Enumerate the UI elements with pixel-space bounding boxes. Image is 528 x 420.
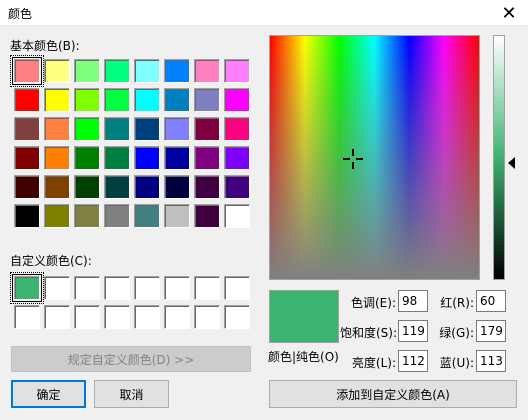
define-custom-colors-label: 规定自定义颜色(D) >> xyxy=(67,352,195,367)
basic-color-swatch[interactable] xyxy=(194,175,220,199)
add-to-custom-colors-label: 添加到自定义颜色(A) xyxy=(336,387,450,402)
custom-color-swatch[interactable] xyxy=(224,305,250,329)
basic-color-swatch[interactable] xyxy=(134,204,160,228)
window-title: 颜色 xyxy=(8,7,33,21)
hue-label: 色调(E): xyxy=(351,296,396,310)
basic-color-swatch[interactable] xyxy=(14,175,40,199)
basic-color-swatch[interactable] xyxy=(74,204,100,228)
red-label: 红(R): xyxy=(440,296,474,310)
basic-color-swatch[interactable] xyxy=(44,59,70,83)
basic-color-swatch[interactable] xyxy=(10,55,44,87)
basic-colors-label: 基本颜色(B): xyxy=(10,39,80,53)
luminance-field[interactable]: 112 xyxy=(398,350,428,372)
basic-color-swatch[interactable] xyxy=(224,59,250,83)
basic-color-swatch[interactable] xyxy=(74,146,100,170)
custom-color-swatch[interactable] xyxy=(10,272,44,304)
saturation-label: 饱和度(S): xyxy=(339,326,397,340)
color-preview xyxy=(269,290,339,343)
green-field[interactable]: 179 xyxy=(476,320,506,342)
custom-color-swatch[interactable] xyxy=(74,276,100,300)
basic-color-swatch[interactable] xyxy=(14,204,40,228)
basic-color-swatch[interactable] xyxy=(74,117,100,141)
luminosity-slider[interactable] xyxy=(493,35,505,280)
crosshair-icon[interactable] xyxy=(343,149,363,169)
custom-color-swatch[interactable] xyxy=(164,305,190,329)
basic-color-swatch[interactable] xyxy=(104,175,130,199)
custom-color-swatch[interactable] xyxy=(134,276,160,300)
cancel-button[interactable]: 取消 xyxy=(94,380,169,408)
basic-color-swatch[interactable] xyxy=(224,175,250,199)
ok-button[interactable]: 确定 xyxy=(11,380,86,408)
custom-colors-label: 自定义颜色(C): xyxy=(10,254,92,268)
custom-color-swatch[interactable] xyxy=(44,305,70,329)
custom-color-swatch[interactable] xyxy=(74,305,100,329)
basic-color-swatch[interactable] xyxy=(134,146,160,170)
basic-color-swatch[interactable] xyxy=(14,117,40,141)
basic-color-swatch[interactable] xyxy=(134,117,160,141)
custom-color-swatch[interactable] xyxy=(194,305,220,329)
custom-color-swatch[interactable] xyxy=(14,305,40,329)
basic-color-swatch[interactable] xyxy=(164,117,190,141)
add-to-custom-colors-button[interactable]: 添加到自定义颜色(A) xyxy=(269,380,517,408)
custom-color-swatch[interactable] xyxy=(104,276,130,300)
basic-color-swatch[interactable] xyxy=(194,88,220,112)
cancel-label: 取消 xyxy=(119,387,144,402)
basic-color-swatch[interactable] xyxy=(44,175,70,199)
basic-color-swatch[interactable] xyxy=(164,59,190,83)
basic-color-swatch[interactable] xyxy=(44,146,70,170)
basic-color-swatch[interactable] xyxy=(164,175,190,199)
luminosity-arrow-icon[interactable] xyxy=(508,157,515,169)
red-field[interactable]: 60 xyxy=(476,290,506,312)
basic-color-swatch[interactable] xyxy=(134,175,160,199)
basic-color-swatch[interactable] xyxy=(134,59,160,83)
basic-color-swatch[interactable] xyxy=(104,146,130,170)
basic-color-swatch[interactable] xyxy=(14,88,40,112)
custom-color-swatch[interactable] xyxy=(104,305,130,329)
custom-color-swatch[interactable] xyxy=(44,276,70,300)
basic-color-swatch[interactable] xyxy=(164,88,190,112)
custom-color-swatch[interactable] xyxy=(134,305,160,329)
basic-color-swatch[interactable] xyxy=(194,117,220,141)
basic-color-swatch[interactable] xyxy=(194,59,220,83)
luminance-label: 亮度(L): xyxy=(351,356,396,370)
saturation-field[interactable]: 119 xyxy=(398,320,428,342)
custom-color-swatch[interactable] xyxy=(164,276,190,300)
basic-color-swatch[interactable] xyxy=(74,59,100,83)
basic-color-swatch[interactable] xyxy=(44,204,70,228)
define-custom-colors-button[interactable]: 规定自定义颜色(D) >> xyxy=(11,346,251,372)
close-button[interactable]: ✕ xyxy=(490,0,528,26)
basic-color-swatch[interactable] xyxy=(104,117,130,141)
blue-field[interactable]: 113 xyxy=(476,350,506,372)
close-icon: ✕ xyxy=(501,2,517,24)
basic-color-swatch[interactable] xyxy=(104,59,130,83)
basic-color-swatch[interactable] xyxy=(14,146,40,170)
color-spectrum[interactable] xyxy=(269,35,480,280)
basic-color-swatch[interactable] xyxy=(104,204,130,228)
basic-color-swatch[interactable] xyxy=(224,204,250,228)
hue-field[interactable]: 98 xyxy=(398,290,428,312)
basic-color-swatch[interactable] xyxy=(224,88,250,112)
blue-label: 蓝(U): xyxy=(439,356,474,370)
basic-color-swatch[interactable] xyxy=(194,204,220,228)
basic-color-swatch[interactable] xyxy=(164,146,190,170)
basic-color-swatch[interactable] xyxy=(194,146,220,170)
green-label: 绿(G): xyxy=(439,326,474,340)
basic-color-swatch[interactable] xyxy=(104,88,130,112)
basic-color-swatch[interactable] xyxy=(44,117,70,141)
ok-label: 确定 xyxy=(36,387,61,402)
basic-color-swatch[interactable] xyxy=(224,146,250,170)
basic-color-swatch[interactable] xyxy=(74,88,100,112)
custom-color-swatch[interactable] xyxy=(224,276,250,300)
title-bar: 颜色 ✕ xyxy=(0,0,528,26)
color-solid-label: 颜色|纯色(O) xyxy=(268,350,339,364)
basic-color-swatch[interactable] xyxy=(74,175,100,199)
basic-color-swatch[interactable] xyxy=(134,88,160,112)
basic-color-swatch[interactable] xyxy=(224,117,250,141)
custom-color-swatch[interactable] xyxy=(194,276,220,300)
basic-color-swatch[interactable] xyxy=(164,204,190,228)
basic-color-swatch[interactable] xyxy=(44,88,70,112)
